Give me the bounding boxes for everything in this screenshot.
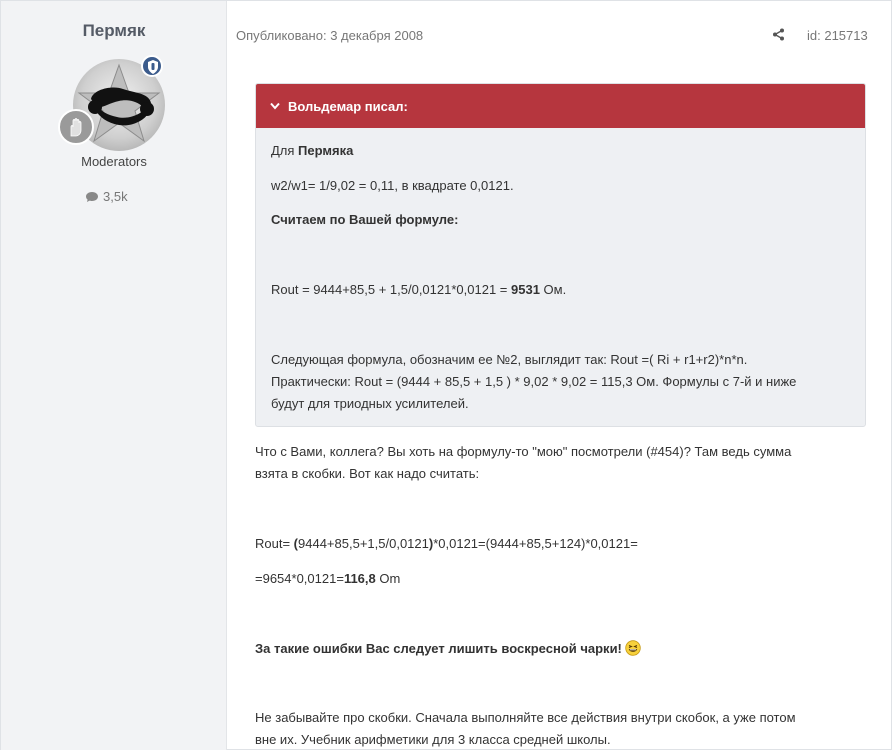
rank-badge-icon (58, 109, 94, 145)
user-group: Moderators (81, 154, 147, 169)
quote-text: Для (271, 143, 299, 158)
bold-remark: За такие ошибки Вас следует лишить воскр… (255, 640, 641, 659)
post-text: вне их. Учебник арифметики для 3 класса … (255, 732, 611, 747)
quote-author: Вольдемар писал: (288, 98, 408, 114)
calc-line: Rout= (9444+85,5+1,5/0,0121)*0,0121=(944… (255, 536, 638, 551)
published-date[interactable]: Опубликовано: 3 декабря 2008 (236, 28, 423, 43)
author-name[interactable]: Пермяк (1, 21, 227, 41)
share-icon[interactable] (772, 28, 785, 46)
post-text: Не забывайте про скобки. Сначала выполня… (255, 710, 796, 725)
post-count-value: 3,5k (103, 189, 128, 204)
forum-post: Пермяк Moderators 3,5k Опубликовано: 3 д… (0, 0, 892, 750)
quote-line-bold: Считаем по Вашей формуле: (271, 212, 458, 227)
quote-text: Rout = 9444+85,5 + 1,5/0,0121*0,0121 = (271, 282, 511, 297)
quote-line: Для Пермяка (271, 143, 353, 158)
post-text: взята в скобки. Вот как надо считать: (255, 466, 480, 481)
quote-block: Вольдемар писал: Для Пермяка w2/w1= 1/9,… (255, 83, 866, 427)
calc-line: =9654*0,0121=116,8 Om (255, 571, 400, 586)
quote-text: Ом. (539, 282, 567, 297)
post-count: 3,5k (85, 189, 128, 204)
laughing-emoji-icon (625, 640, 641, 659)
chevron-down-icon[interactable] (270, 102, 280, 110)
quote-bold-text: 9531 (511, 282, 540, 297)
calc-text: *0,0121=(9444+85,5+124)*0,0121= (433, 536, 638, 551)
moderator-badge-icon (141, 55, 163, 77)
calc-bold: 116,8 (343, 571, 376, 586)
quote-line: Следующая формула, обозначим ее №2, выгл… (271, 352, 748, 367)
quote-line: w2/w1= 1/9,02 = 0,11, в квадрате 0,0121. (271, 178, 514, 193)
quote-bold-text: Пермяка (298, 143, 354, 158)
calc-text: =9654*0,0121= (255, 571, 344, 586)
calc-text: 9444+85,5+1,5/0,0121 (298, 536, 429, 551)
calc-text: Rout= (255, 536, 294, 551)
quote-line: Rout = 9444+85,5 + 1,5/0,0121*0,0121 = 9… (271, 282, 566, 297)
bold-remark-text: За такие ошибки Вас следует лишить воскр… (255, 640, 622, 656)
post-text: Что с Вами, коллега? Вы хоть на формулу-… (255, 444, 792, 459)
quote-bold-text: Считаем по Вашей формуле: (271, 212, 459, 227)
quote-line: будут для триодных усилителей. (271, 396, 469, 411)
quote-line: Практически: Rout = (9444 + 85,5 + 1,5 )… (271, 374, 797, 389)
quote-header[interactable]: Вольдемар писал: (256, 84, 865, 128)
calc-text: Om (375, 571, 401, 586)
avatar-container (58, 55, 165, 151)
post-id[interactable]: id: 215713 (807, 28, 868, 43)
comment-icon (86, 191, 98, 202)
author-panel: Пермяк Moderators 3,5k (1, 1, 227, 750)
